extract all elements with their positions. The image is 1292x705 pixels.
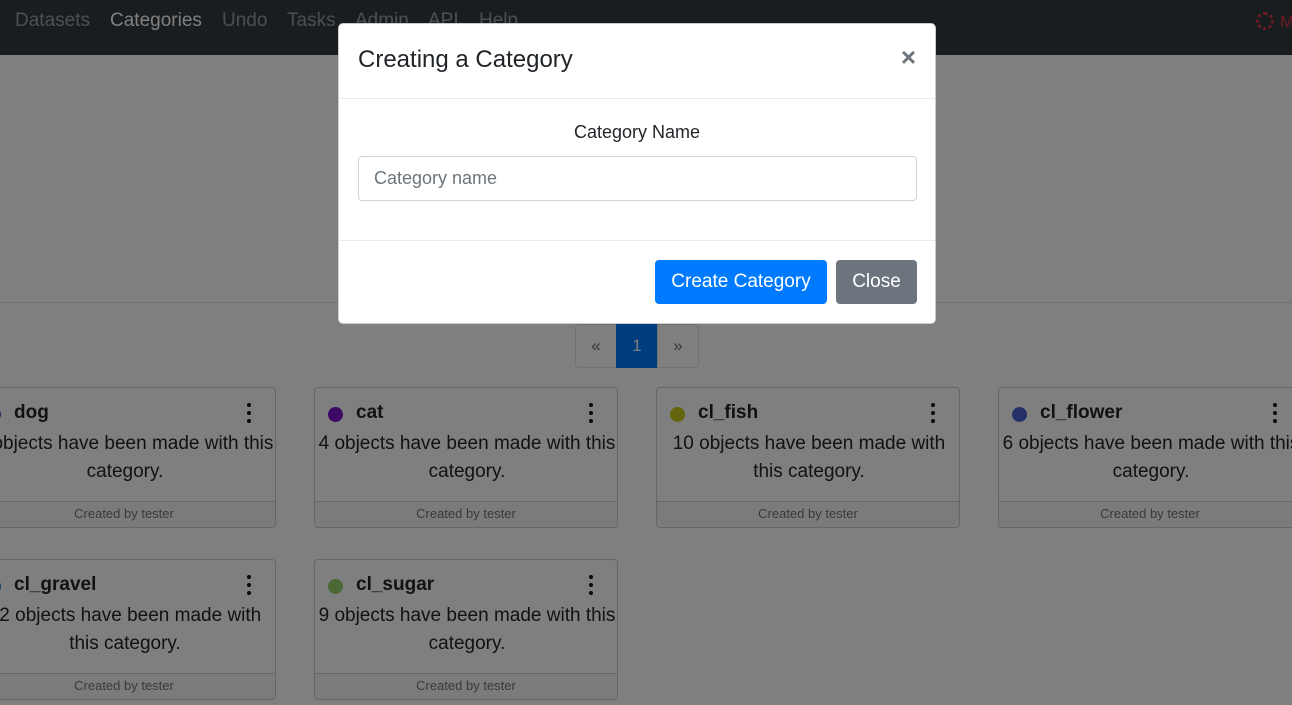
- modal-header: Creating a Category ×: [339, 24, 935, 99]
- close-icon[interactable]: ×: [901, 44, 916, 70]
- modal-body: Category Name: [339, 99, 935, 240]
- category-name-label: Category Name: [573, 122, 701, 142]
- modal-title: Creating a Category: [358, 46, 573, 73]
- create-category-modal: Creating a Category × Category Name Crea…: [338, 23, 936, 324]
- create-category-button[interactable]: Create Category: [655, 260, 827, 304]
- page: Datasets Categories Undo Tasks Admin API…: [0, 0, 1292, 705]
- category-name-input[interactable]: [358, 156, 917, 201]
- close-button[interactable]: Close: [836, 260, 917, 304]
- modal-footer: Create Category Close: [339, 240, 935, 324]
